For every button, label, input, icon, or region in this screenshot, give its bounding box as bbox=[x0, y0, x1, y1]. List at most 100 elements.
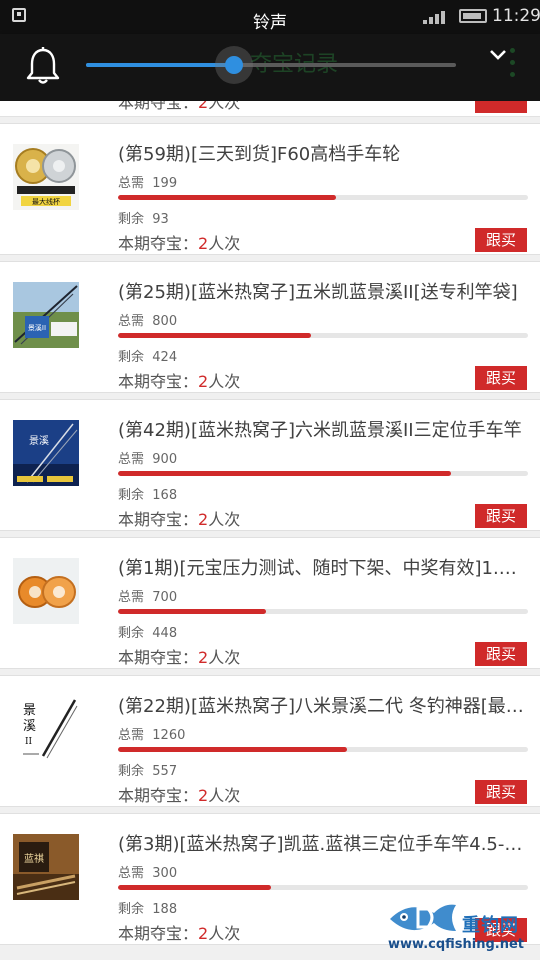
total-needed-value: 199 bbox=[152, 176, 178, 191]
progress-bar-fill bbox=[118, 885, 272, 890]
product-title[interactable]: (第42期)[蓝米热窝子]六米凯蓝景溪II三定位手车竿 bbox=[118, 416, 528, 442]
ringtone-volume-panel: 夺宝记录 bbox=[0, 34, 540, 101]
svg-text:II: II bbox=[25, 737, 33, 747]
svg-text:景溪: 景溪 bbox=[29, 435, 49, 447]
prize-unit: 人次 bbox=[208, 101, 241, 112]
fishing-line-spool-image[interactable] bbox=[13, 558, 79, 624]
progress-bar bbox=[118, 195, 528, 200]
svg-text:景溪II: 景溪II bbox=[28, 323, 46, 332]
remaining: 剩余 93 bbox=[118, 208, 169, 227]
fishing-reel-image[interactable]: 最大线杯 bbox=[13, 144, 79, 210]
product-title[interactable]: (第25期)[蓝米热窝子]五米凯蓝景溪II[送专利竿袋] bbox=[118, 278, 528, 304]
prize-count: 2 bbox=[198, 372, 209, 391]
fishing-rod-poster-image[interactable]: 景溪 bbox=[13, 420, 79, 486]
prize-unit: 人次 bbox=[208, 372, 241, 391]
total-needed: 总需 1260 bbox=[118, 724, 185, 743]
prize-count: 2 bbox=[198, 924, 209, 943]
prize-label: 本期夺宝： bbox=[118, 924, 199, 943]
progress-bar bbox=[118, 885, 528, 890]
prize-count: 2 bbox=[198, 510, 209, 529]
follow-buy-button[interactable]: 跟买 bbox=[475, 228, 527, 252]
page-title: 夺宝记录 bbox=[250, 52, 339, 77]
list-item-2[interactable]: 景溪II (第25期)[蓝米热窝子]五米凯蓝景溪II[送专利竿袋] 总需 800… bbox=[0, 261, 540, 393]
list-item-5[interactable]: 景溪 II (第22期)[蓝米热窝子]八米景溪二代 冬钓神器[最新款] 总需 12… bbox=[0, 675, 540, 807]
volume-slider-fill bbox=[86, 63, 234, 67]
prize-unit: 人次 bbox=[208, 234, 241, 253]
fishing-rod-lake-image[interactable]: 景溪II bbox=[13, 282, 79, 348]
bell-icon[interactable] bbox=[24, 46, 62, 86]
prize-unit: 人次 bbox=[208, 648, 241, 667]
volume-slider[interactable] bbox=[86, 56, 456, 74]
progress-bar-fill bbox=[118, 747, 347, 752]
prize-label: 本期夺宝： bbox=[118, 372, 199, 391]
remaining-label: 剩余 bbox=[118, 212, 145, 227]
remaining-label: 剩余 bbox=[118, 626, 145, 641]
total-needed: 总需 300 bbox=[118, 862, 177, 881]
rod-box-image[interactable]: 蓝祺 bbox=[13, 834, 79, 900]
prize-count: 2 bbox=[198, 648, 209, 667]
record-list: 本期夺宝：2人次 最大线杯 (第59期)[三天到货]F60高档手车轮 总需 19… bbox=[0, 101, 540, 951]
product-title[interactable]: (第1期)[元宝压力测试、随时下架、中奖有效]1.5号线 bbox=[118, 554, 528, 580]
more-options-icon[interactable] bbox=[508, 44, 516, 84]
total-needed-value: 300 bbox=[152, 866, 178, 881]
total-needed-value: 1260 bbox=[152, 728, 186, 743]
progress-bar bbox=[118, 471, 528, 476]
follow-buy-button[interactable]: 跟买 bbox=[475, 366, 527, 390]
app-screen: 铃声 11:29 夺宝记录 本期夺宝：2人次 最大线杯 (第59期)[三天到货]… bbox=[0, 0, 540, 960]
total-needed: 总需 800 bbox=[118, 310, 177, 329]
progress-bar bbox=[118, 747, 528, 752]
total-needed-label: 总需 bbox=[118, 314, 145, 329]
prize-line: 本期夺宝：2人次 bbox=[118, 506, 240, 530]
svg-text:最大线杯: 最大线杯 bbox=[32, 197, 60, 206]
volume-slider-thumb[interactable] bbox=[225, 56, 243, 74]
remaining-value: 448 bbox=[152, 626, 178, 641]
prize-line: 本期夺宝：2人次 bbox=[118, 101, 240, 113]
prize-line: 本期夺宝：2人次 bbox=[118, 920, 240, 944]
remaining: 剩余 557 bbox=[118, 760, 177, 779]
product-title[interactable]: (第3期)[蓝米热窝子]凯蓝.蓝祺三定位手车竿4.5-6.3米 bbox=[118, 830, 528, 856]
prize-label: 本期夺宝： bbox=[118, 101, 199, 112]
total-needed-label: 总需 bbox=[118, 452, 145, 467]
prize-count: 2 bbox=[198, 786, 209, 805]
status-bar: 铃声 11:29 bbox=[0, 0, 540, 34]
fish-logo-icon bbox=[390, 904, 456, 931]
remaining-label: 剩余 bbox=[118, 350, 145, 365]
prize-label: 本期夺宝： bbox=[118, 234, 199, 253]
follow-buy-button[interactable] bbox=[475, 101, 527, 113]
follow-buy-button[interactable]: 跟买 bbox=[475, 780, 527, 804]
product-title[interactable]: (第22期)[蓝米热窝子]八米景溪二代 冬钓神器[最新款] bbox=[118, 692, 528, 718]
list-item-1[interactable]: 最大线杯 (第59期)[三天到货]F60高档手车轮 总需 199 剩余 93 本… bbox=[0, 123, 540, 255]
progress-bar bbox=[118, 333, 528, 338]
total-needed-label: 总需 bbox=[118, 590, 145, 605]
remaining-value: 168 bbox=[152, 488, 178, 503]
product-title[interactable]: (第59期)[三天到货]F60高档手车轮 bbox=[118, 140, 528, 166]
total-needed-label: 总需 bbox=[118, 866, 145, 881]
list-item-3[interactable]: 景溪 (第42期)[蓝米热窝子]六米凯蓝景溪II三定位手车竿 总需 900 剩余… bbox=[0, 399, 540, 531]
remaining-value: 557 bbox=[152, 764, 178, 779]
total-needed-value: 800 bbox=[152, 314, 178, 329]
progress-bar bbox=[118, 609, 528, 614]
prize-line: 本期夺宝：2人次 bbox=[118, 368, 240, 392]
total-needed-value: 900 bbox=[152, 452, 178, 467]
progress-bar-fill bbox=[118, 333, 311, 338]
list-item-4[interactable]: (第1期)[元宝压力测试、随时下架、中奖有效]1.5号线 总需 700 剩余 4… bbox=[0, 537, 540, 669]
remaining: 剩余 448 bbox=[118, 622, 177, 641]
prize-line: 本期夺宝：2人次 bbox=[118, 230, 240, 254]
follow-buy-button[interactable]: 跟买 bbox=[475, 642, 527, 666]
total-needed: 总需 900 bbox=[118, 448, 177, 467]
remaining-value: 424 bbox=[152, 350, 178, 365]
watermark-url: www.cqfishing.net bbox=[388, 937, 525, 952]
remaining-value: 188 bbox=[152, 902, 178, 917]
total-needed-value: 700 bbox=[152, 590, 178, 605]
prize-label: 本期夺宝： bbox=[118, 786, 199, 805]
svg-text:溪: 溪 bbox=[23, 719, 36, 734]
prize-unit: 人次 bbox=[208, 510, 241, 529]
prize-line: 本期夺宝：2人次 bbox=[118, 644, 240, 668]
signal-icon bbox=[423, 10, 449, 24]
chevron-down-icon[interactable] bbox=[488, 48, 508, 62]
follow-buy-button[interactable]: 跟买 bbox=[475, 504, 527, 528]
progress-bar-fill bbox=[118, 471, 452, 476]
calligraphy-rod-image[interactable]: 景溪 II bbox=[13, 696, 79, 762]
prize-line: 本期夺宝：2人次 bbox=[118, 782, 240, 806]
watermark-name: 重钓网 bbox=[462, 915, 519, 936]
